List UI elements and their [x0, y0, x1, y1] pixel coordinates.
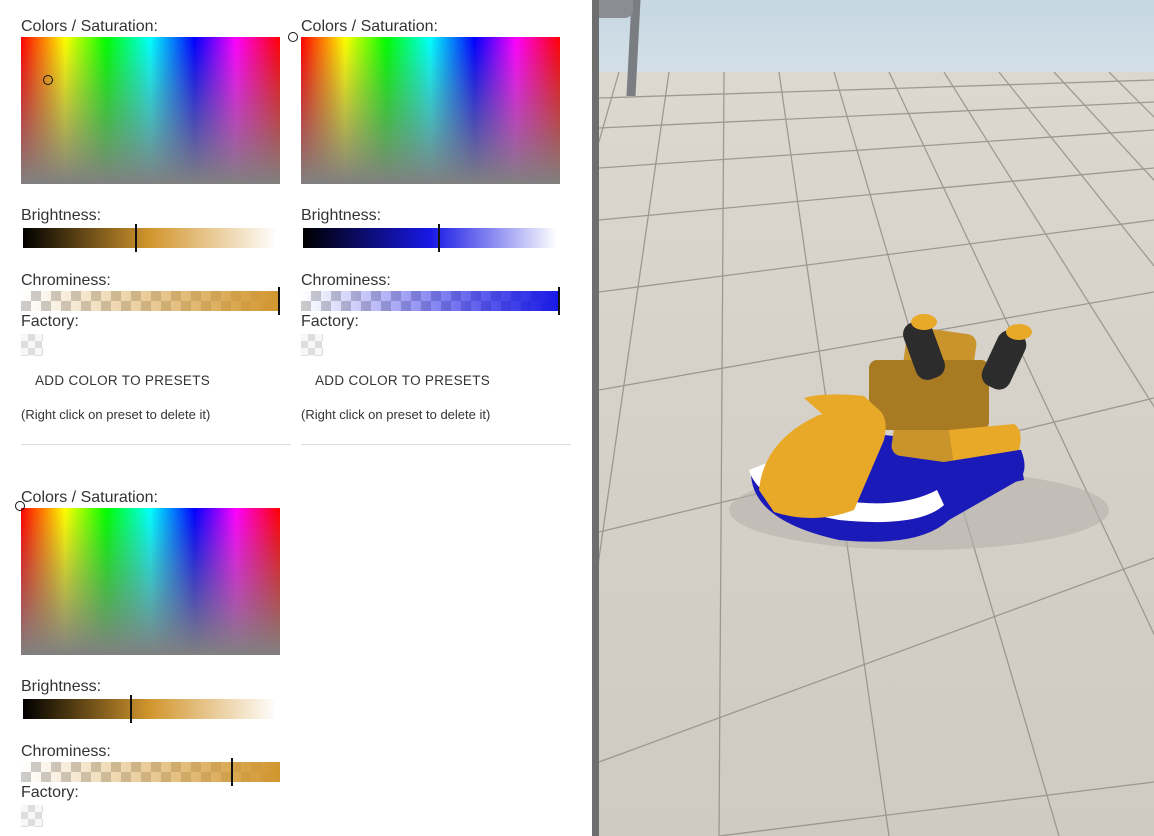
hue-saturation-field[interactable] [301, 37, 560, 184]
brightness-label: Brightness: [21, 678, 102, 695]
brightness-label: Brightness: [301, 207, 382, 224]
colors-saturation-label: Colors / Saturation: [21, 18, 158, 35]
factory-label: Factory: [301, 313, 359, 330]
3d-viewport[interactable] [599, 0, 1154, 836]
brightness-slider[interactable] [303, 224, 557, 252]
add-color-to-presets-button[interactable]: ADD COLOR TO PRESETS [315, 373, 490, 388]
brightness-label: Brightness: [21, 207, 102, 224]
chrominess-marker[interactable] [558, 287, 560, 315]
separator [301, 444, 571, 445]
chrominess-marker[interactable] [278, 287, 280, 315]
factory-label: Factory: [21, 313, 79, 330]
hue-saturation-field[interactable] [21, 508, 280, 655]
kart-model [729, 314, 1109, 550]
saturation-handle[interactable] [15, 501, 25, 511]
factory-color-swatch[interactable] [301, 334, 323, 356]
add-color-to-presets-button[interactable]: ADD COLOR TO PRESETS [35, 373, 210, 388]
panel-divider[interactable] [592, 0, 599, 836]
preset-delete-hint: (Right click on preset to delete it) [21, 407, 211, 422]
chrominess-slider[interactable] [21, 287, 280, 315]
brightness-slider[interactable] [23, 695, 277, 723]
color-settings-panel: Colors / Saturation: Brightness: Chromin… [0, 0, 592, 836]
chrominess-label: Chrominess: [21, 272, 111, 289]
chrominess-label: Chrominess: [21, 743, 111, 760]
factory-color-swatch[interactable] [21, 805, 43, 827]
colors-saturation-label: Colors / Saturation: [301, 18, 438, 35]
colors-saturation-label: Colors / Saturation: [21, 489, 158, 506]
chrominess-slider[interactable] [21, 758, 280, 786]
chrominess-label: Chrominess: [301, 272, 391, 289]
brightness-marker[interactable] [129, 695, 132, 723]
factory-label: Factory: [21, 784, 79, 801]
chrominess-marker[interactable] [230, 758, 233, 786]
brightness-marker[interactable] [437, 224, 440, 252]
brightness-marker[interactable] [134, 224, 137, 252]
hue-saturation-field[interactable] [21, 37, 280, 184]
separator [21, 444, 291, 445]
factory-color-swatch[interactable] [21, 334, 43, 356]
chrominess-slider[interactable] [301, 287, 560, 315]
preset-delete-hint: (Right click on preset to delete it) [301, 407, 491, 422]
saturation-handle[interactable] [288, 32, 298, 42]
brightness-slider[interactable] [23, 224, 277, 252]
saturation-handle[interactable] [43, 75, 53, 85]
